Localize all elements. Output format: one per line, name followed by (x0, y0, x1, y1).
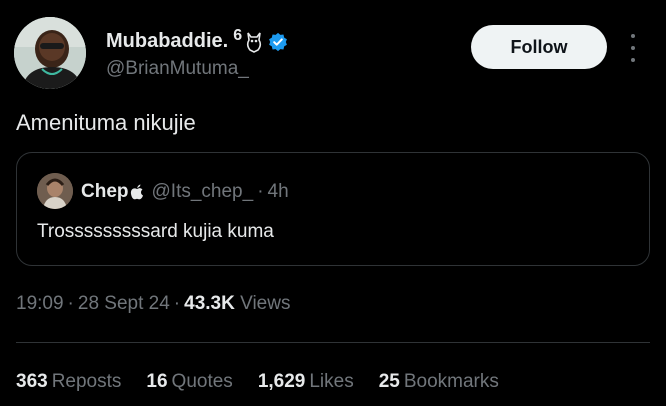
author-name-row: Mubabaddie. 6 (106, 26, 288, 53)
quote-avatar-image (37, 173, 73, 209)
follow-button[interactable]: Follow (471, 25, 607, 69)
meta-separator: · (67, 293, 74, 314)
stat-count: 1,629 (257, 371, 306, 392)
stat-label: Quotes (171, 371, 233, 392)
quote-author-handle[interactable]: @Its_chep_ (152, 181, 254, 203)
apple-icon (130, 184, 143, 200)
stat-label: Bookmarks (403, 371, 499, 392)
stat-count: 25 (378, 371, 400, 392)
bookmarks-stat[interactable]: 25 Bookmarks (379, 371, 499, 393)
engagement-stats: 363 Reposts 16 Quotes 1,629 Likes 25 Bookmar… (16, 371, 524, 393)
meta-separator: · (173, 293, 181, 314)
divider (16, 342, 650, 343)
reposts-stat[interactable]: 363 Reposts (16, 371, 121, 393)
owl-icon (247, 32, 262, 53)
verified-badge-icon[interactable] (268, 32, 288, 52)
stat-label: Reposts (51, 371, 122, 392)
more-dot (631, 34, 635, 38)
tweet-text: Amenituma nikujie (16, 110, 196, 135)
tweet-time[interactable]: 19:09 (16, 293, 64, 314)
quote-header: Chep @Its_chep_ · 4h (81, 181, 289, 203)
more-dot (631, 46, 635, 50)
author-avatar[interactable] (14, 17, 86, 89)
author-avatar-image (14, 17, 86, 89)
stat-label: Likes (309, 371, 354, 392)
stat-count: 16 (146, 371, 168, 392)
quote-text: Trosssssssssard kujia kuma (37, 221, 274, 242)
author-name-superscript: 6 (233, 26, 243, 44)
author-handle[interactable]: @BrianMutuma_ (106, 58, 249, 80)
author-display-name[interactable]: Mubabaddie. (106, 30, 228, 53)
stat-count: 363 (16, 371, 48, 392)
quote-timestamp[interactable]: 4h (268, 181, 289, 203)
quoted-tweet-card[interactable]: Chep @Its_chep_ · 4h Trosssssssssard kuj… (16, 152, 650, 266)
views-count: 43.3K (184, 293, 235, 314)
quote-author-avatar[interactable] (37, 173, 73, 209)
tweet-meta: 19:09 · 28 Sept 24 · 43.3K Views (16, 293, 290, 315)
tweet-date[interactable]: 28 Sept 24 (78, 293, 170, 314)
more-dot (631, 58, 635, 62)
more-options-icon[interactable] (625, 34, 641, 62)
quote-separator: · (257, 181, 264, 202)
quote-author-name[interactable]: Chep (81, 181, 129, 203)
likes-stat[interactable]: 1,629 Likes (258, 371, 354, 393)
views-label: Views (240, 293, 291, 314)
quotes-stat[interactable]: 16 Quotes (146, 371, 232, 393)
